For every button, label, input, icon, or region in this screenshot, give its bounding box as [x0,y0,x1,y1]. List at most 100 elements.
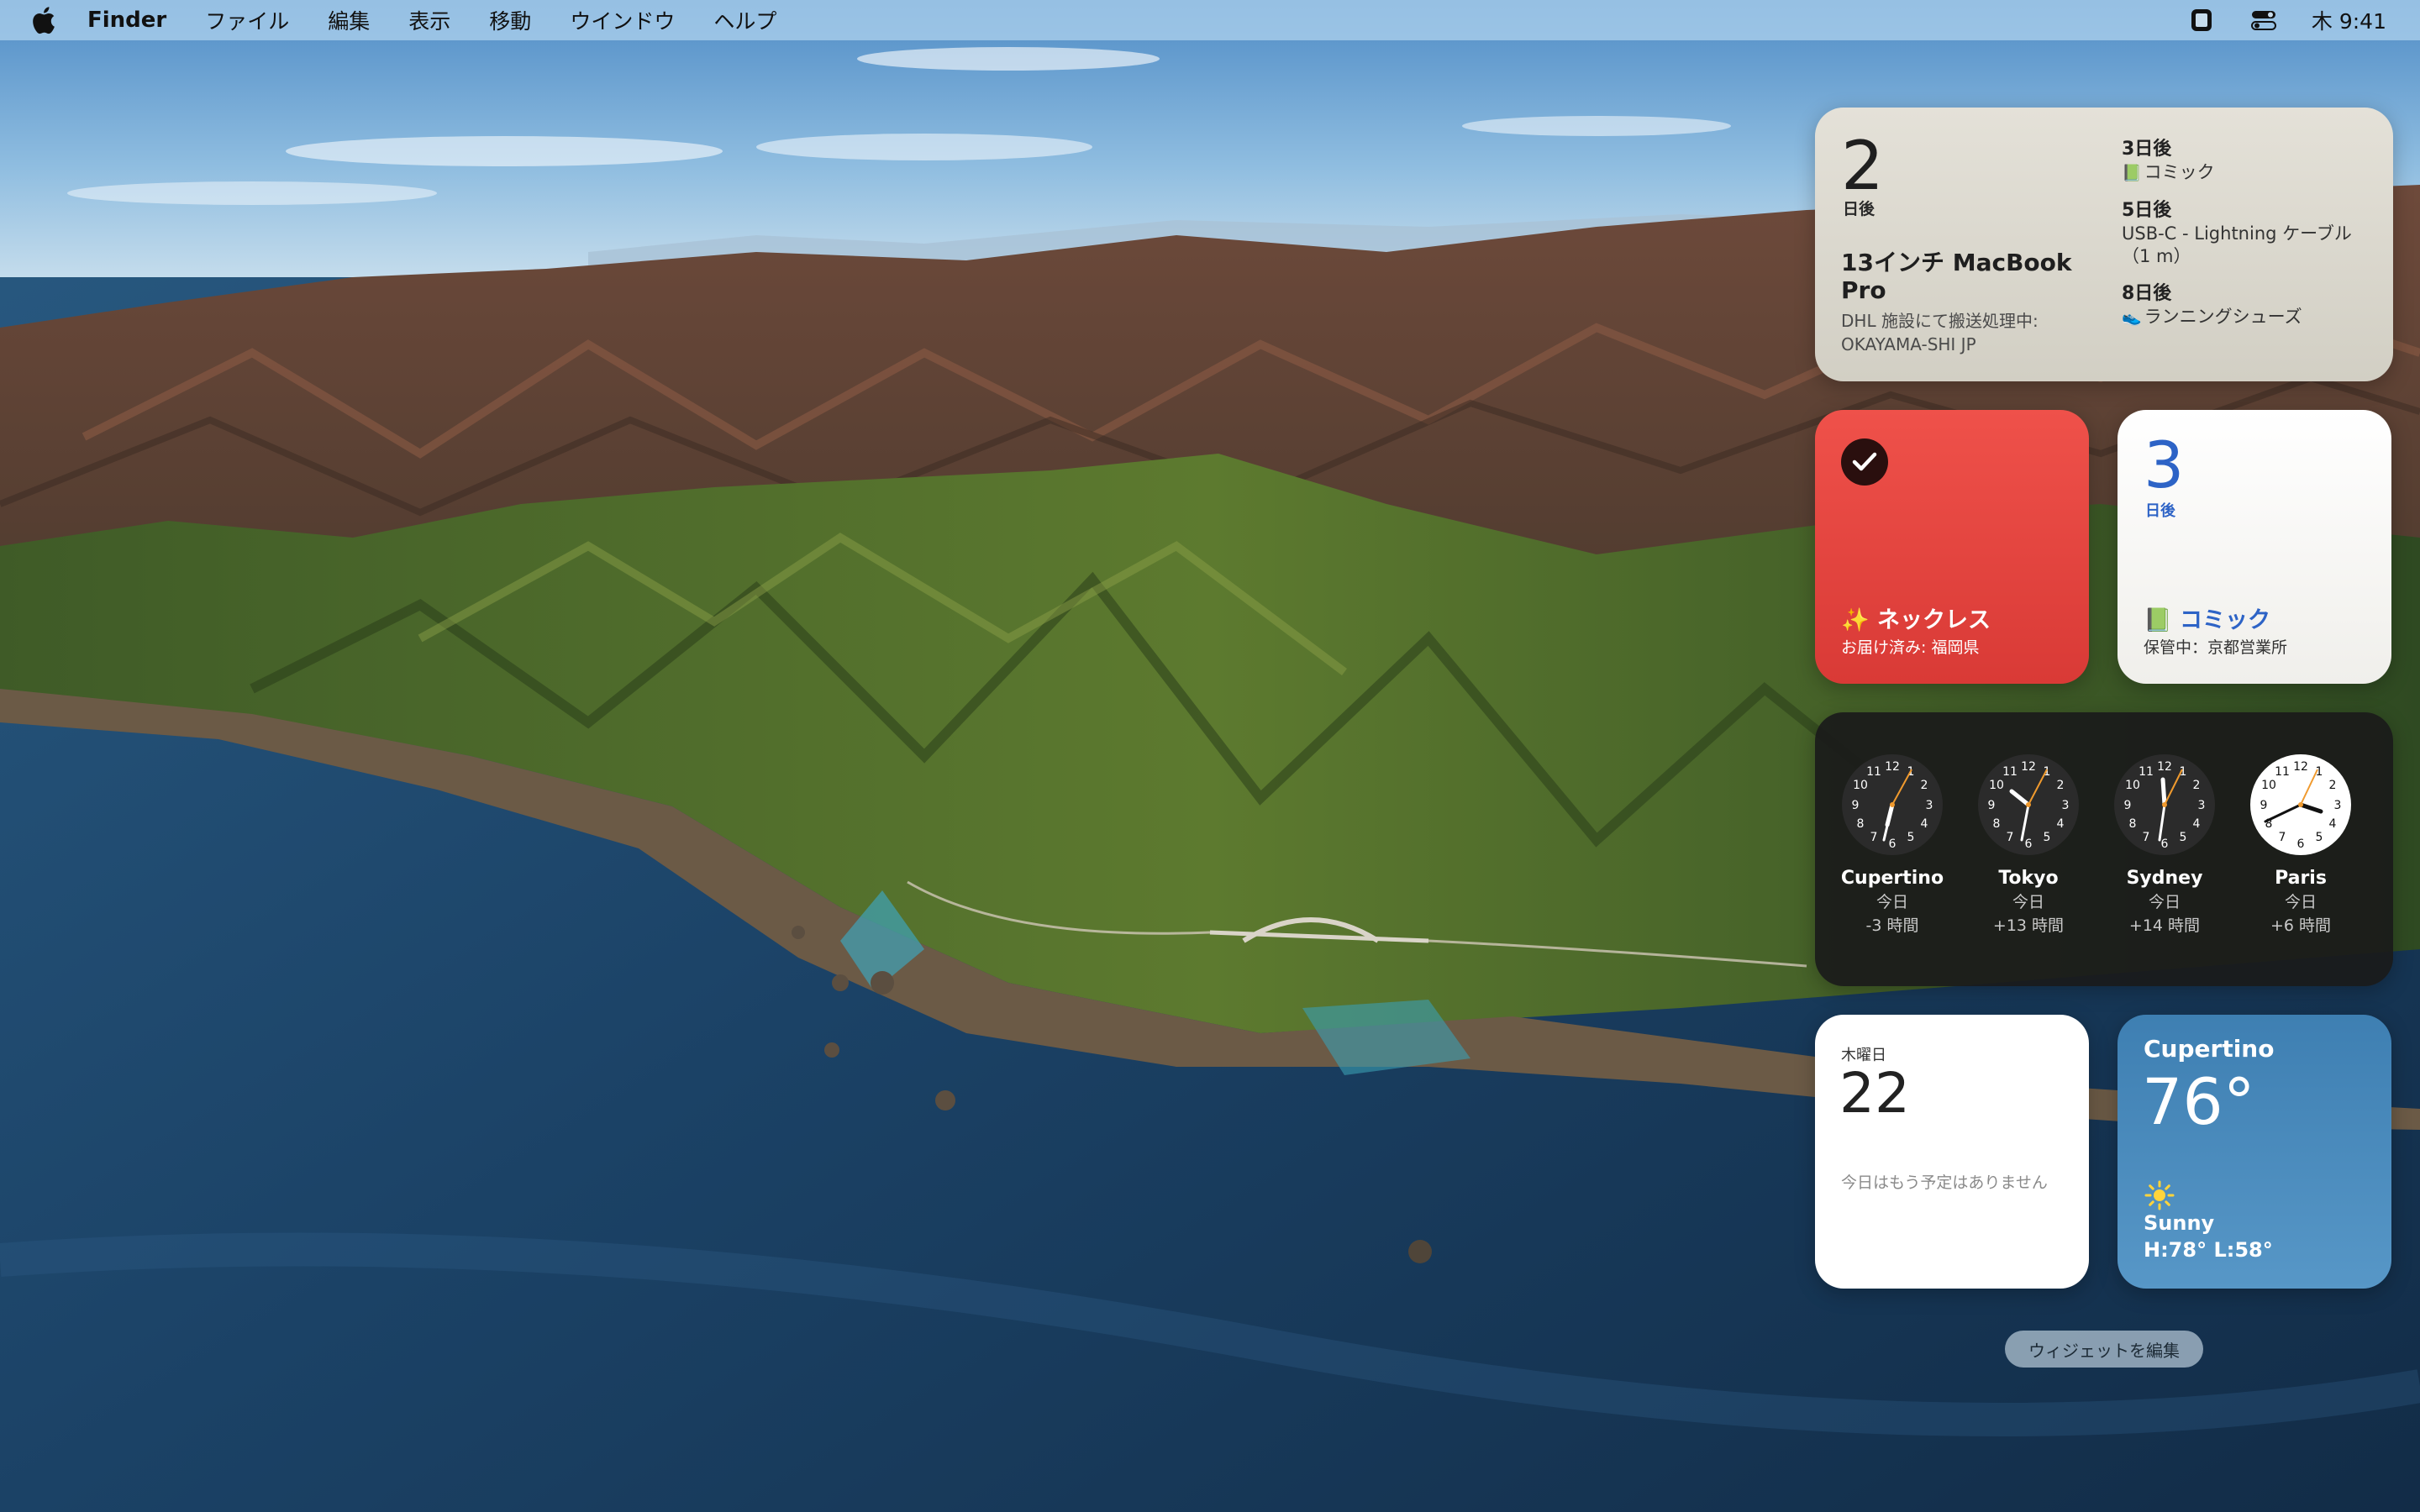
city-day: 今日 [1876,893,1908,911]
checkmark-icon [1841,438,1888,486]
svg-text:9: 9 [2124,799,2132,812]
svg-text:11: 11 [2139,765,2154,779]
svg-text:11: 11 [1866,765,1881,779]
svg-text:3: 3 [2334,799,2342,812]
upcoming-item-name: ランニングシューズ [2144,307,2302,327]
delivery-days-unit: 日後 [1843,200,1876,218]
city-day: 今日 [2012,893,2044,911]
svg-text:4: 4 [2193,817,2201,831]
city-day: 今日 [2284,893,2317,911]
upcoming-item: 👟 ランニングシューズ [2122,306,2374,329]
svg-text:9: 9 [1852,799,1860,812]
apple-logo-icon[interactable] [32,5,57,35]
calendar-widget[interactable]: 木曜日 22 今日はもう予定はありません [1815,1015,2089,1289]
svg-text:11: 11 [2275,765,2290,779]
calendar-day-number: 22 [1839,1061,1910,1126]
menu-window[interactable]: ウインドウ [570,5,675,35]
city-day: 今日 [2148,893,2181,911]
book-icon: 📗 [2122,164,2142,182]
svg-text:9: 9 [2260,799,2268,812]
svg-text:2: 2 [2193,779,2201,792]
upcoming-item: 📗 コミック [2122,161,2374,185]
svg-text:5: 5 [2180,831,2187,844]
analog-clock-icon: 12123 4567 891011 [1842,754,1943,855]
menu-edit[interactable]: 編集 [328,5,370,35]
svg-text:7: 7 [2143,831,2150,844]
city-offset: +14 時間 [2128,916,2201,935]
list-item: 8日後 👟 ランニングシューズ [2122,282,2374,329]
world-clock-widget[interactable]: 12123 4567 891011 Cupertino 今日 -3 時間 121… [1815,712,2393,986]
svg-text:5: 5 [1907,831,1915,844]
city-offset: -3 時間 [1865,916,1919,935]
upcoming-item: USB-C - Lightning ケーブル（1 m） [2122,223,2352,266]
menu-bar: Finder ファイル 編集 表示 移動 ウインドウ ヘルプ 木 9:41 [0,0,2420,40]
package-title: 📗 コミック [2144,607,2271,633]
control-center-icon[interactable] [2249,8,2278,33]
svg-text:4: 4 [1921,817,1928,831]
list-item: 5日後 USB-C - Lightning ケーブル（1 m） [2122,199,2374,268]
menu-help[interactable]: ヘルプ [713,5,776,35]
weather-city: Cupertino [2144,1035,2275,1063]
svg-text:8: 8 [1857,817,1865,831]
svg-text:7: 7 [2007,831,2014,844]
svg-text:8: 8 [2129,817,2137,831]
city-name: Tokyo [1998,868,2059,889]
city-name: Cupertino [1840,868,1944,889]
city-offset: +13 時間 [1992,916,2065,935]
menu-file[interactable]: ファイル [205,5,289,35]
svg-text:10: 10 [2261,779,2276,792]
edit-widgets-button[interactable]: ウィジェットを編集 [2005,1331,2203,1368]
delivery-days-number: 2 [1841,127,1884,205]
svg-text:8: 8 [1993,817,2001,831]
analog-clock-icon: 12123 4567 891011 [2114,754,2215,855]
svg-text:6: 6 [2297,837,2305,851]
clock-cupertino: 12123 4567 891011 Cupertino 今日 -3 時間 [1829,753,1955,937]
menu-app-finder[interactable]: Finder [87,8,166,33]
menu-view[interactable]: 表示 [408,5,450,35]
delivery-days-number: 3 [2144,428,2185,502]
delivery-days-unit: 日後 [2145,502,2175,520]
clock-tokyo: 12 1 2 3 4567 8 9 10 11 Tokyo 今日 +13 時間 [1965,753,2091,937]
analog-clock-icon: 12123 4567 891011 [2250,754,2351,855]
shoe-icon: 👟 [2122,308,2142,327]
package-status: 保管中：京都営業所 [2144,638,2288,657]
svg-text:6: 6 [2025,837,2033,851]
svg-text:2: 2 [2329,779,2337,792]
city-name: Sydney [2126,868,2203,889]
weather-high-low: H:78° L:58° [2144,1238,2273,1262]
svg-text:12: 12 [2157,760,2172,774]
widget-center-icon[interactable] [2187,8,2216,33]
menubar-clock[interactable]: 木 9:41 [2312,5,2386,35]
svg-text:4: 4 [2329,817,2337,831]
svg-text:3: 3 [1926,799,1933,812]
svg-text:9: 9 [1988,799,1996,812]
city-name: Paris [2275,868,2327,889]
package-tracking-widget-large[interactable]: 2 日後 13インチ MacBook Pro DHL 施設にて搬送処理中: OK… [1815,108,2393,381]
weather-temperature: 76° [2142,1064,2255,1139]
svg-text:5: 5 [2316,831,2323,844]
upcoming-days: 8日後 [2122,283,2172,304]
svg-text:7: 7 [1870,831,1878,844]
package-tracking-widget-small[interactable]: 3 日後 📗 コミック 保管中：京都営業所 [2118,410,2391,684]
svg-text:11: 11 [2002,765,2018,779]
analog-clock-icon: 12123 4567 891011 [1978,754,2079,855]
delivered-package-widget[interactable]: ✨ ネックレス お届け済み: 福岡県 [1815,410,2089,684]
weather-widget[interactable]: Cupertino 76° Sunny H:78° L:58° [2118,1015,2391,1289]
svg-text:2: 2 [2057,779,2065,792]
menubar-status-area: 木 9:41 [2187,0,2386,40]
upcoming-deliveries-list: 3日後 📗 コミック 5日後 USB-C - Lightning ケーブル（1 m… [2122,138,2374,344]
svg-text:12: 12 [2293,760,2308,774]
menu-go[interactable]: 移動 [489,5,531,35]
svg-text:1: 1 [2044,765,2051,779]
svg-text:6: 6 [2161,837,2169,851]
svg-text:4: 4 [2057,817,2065,831]
svg-text:2: 2 [1921,779,1928,792]
upcoming-item-name: コミック [2144,162,2215,182]
sun-icon [2144,1180,2175,1210]
upcoming-days: 3日後 [2122,139,2172,160]
svg-text:6: 6 [1889,837,1897,851]
svg-text:7: 7 [2279,831,2286,844]
city-offset: +6 時間 [2270,916,2332,935]
svg-text:3: 3 [2062,799,2070,812]
package-title: 13インチ MacBook Pro [1841,249,2072,304]
